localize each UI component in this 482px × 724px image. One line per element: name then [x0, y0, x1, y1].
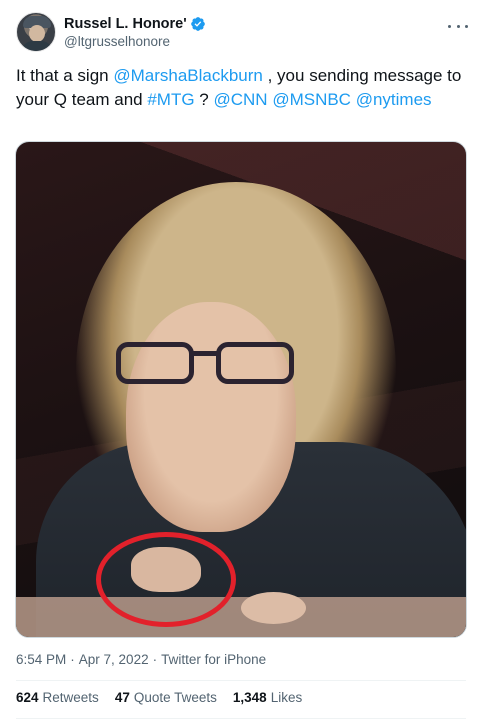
mention-link[interactable]: @MarshaBlackburn	[113, 66, 263, 85]
dot	[465, 24, 468, 28]
lens-right	[216, 342, 294, 384]
photo-glasses	[116, 337, 306, 387]
author-handle[interactable]: @ltgrusselhonore	[64, 34, 206, 49]
dot	[448, 24, 451, 28]
tweet-text: It that a sign @MarshaBlackburn , you se…	[16, 64, 466, 112]
tweet-source[interactable]: Twitter for iPhone	[161, 652, 266, 667]
quote-tweets-count: 47	[114, 690, 130, 705]
tweet-stats: 624 Retweets 47 Quote Tweets 1,348 Likes	[16, 690, 302, 705]
hashtag-link[interactable]: #MTG	[147, 90, 194, 109]
mention-link[interactable]: @nytimes	[356, 90, 432, 109]
tweet: Russel L. Honore' @ltgrusselhonore It th…	[0, 0, 482, 724]
retweets-label: Retweets	[42, 690, 99, 705]
tweet-meta: 6:54 PM · Apr 7, 2022 · Twitter for iPho…	[16, 652, 266, 667]
meta-separator: ·	[70, 652, 75, 667]
divider	[16, 718, 466, 719]
avatar-face	[29, 25, 45, 42]
display-name[interactable]: Russel L. Honore'	[64, 16, 187, 32]
photo-hand-resting	[241, 592, 306, 624]
mention-link[interactable]: @MSNBC	[272, 90, 351, 109]
dot	[456, 24, 460, 28]
quote-tweets-label: Quote Tweets	[133, 690, 217, 705]
author-names: Russel L. Honore' @ltgrusselhonore	[64, 14, 206, 49]
tweet-text-part: It that a sign	[16, 66, 114, 85]
retweets-stat[interactable]: 624 Retweets	[16, 690, 99, 705]
tweet-header: Russel L. Honore' @ltgrusselhonore	[16, 12, 468, 60]
divider	[16, 680, 466, 681]
tweet-time[interactable]: 6:54 PM	[16, 652, 66, 667]
likes-count: 1,348	[232, 690, 267, 705]
quote-tweets-stat[interactable]: 47 Quote Tweets	[115, 690, 217, 705]
retweets-count: 624	[16, 690, 39, 705]
meta-separator: ·	[152, 652, 158, 667]
mention-link[interactable]: @CNN	[213, 90, 267, 109]
more-options-icon[interactable]	[448, 18, 468, 34]
avatar[interactable]	[16, 12, 56, 52]
tweet-date[interactable]: Apr 7, 2022	[79, 652, 149, 667]
lens-left	[116, 342, 194, 384]
likes-stat[interactable]: 1,348 Likes	[233, 690, 302, 705]
tweet-photo[interactable]	[15, 141, 467, 638]
likes-label: Likes	[270, 690, 303, 705]
tweet-text-part: ?	[194, 90, 214, 109]
red-circle-annotation	[96, 532, 236, 627]
display-name-row: Russel L. Honore'	[64, 14, 206, 33]
avatar-body	[21, 41, 53, 51]
verified-badge-icon	[190, 16, 205, 31]
